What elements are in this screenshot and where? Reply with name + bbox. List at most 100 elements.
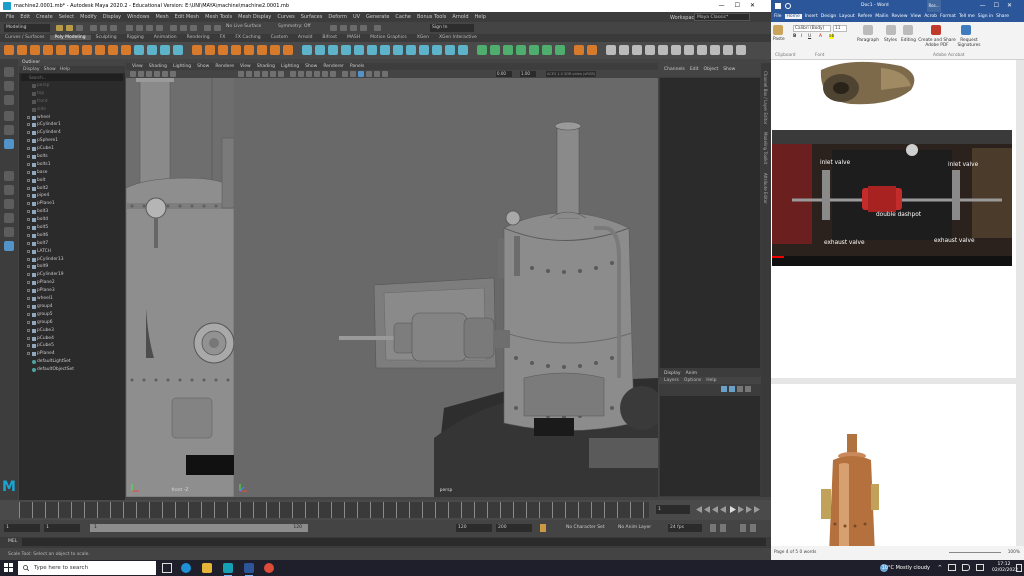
layers-menu-help[interactable]: Help [706,378,716,383]
menu-mesh-tools[interactable]: Mesh Tools [205,14,232,20]
outliner-item[interactable]: pPlane1 [19,200,125,208]
expand-icon[interactable] [27,233,30,237]
word-tab-home[interactable]: Home [784,14,802,19]
new-scene-icon[interactable] [56,25,63,31]
playback-end-field[interactable]: 120 [456,524,492,532]
channel-menu-object[interactable]: Object [704,67,719,72]
word-tab-tell-me[interactable]: Tell me [959,14,975,19]
task-view-icon[interactable] [162,563,172,573]
relax-icon[interactable] [587,45,597,55]
boolean-difference-icon[interactable] [244,45,254,55]
outliner-item[interactable]: persp [19,82,125,90]
undo-icon[interactable] [785,3,791,9]
outliner-item[interactable]: bolt7 [19,240,125,248]
go-to-start-icon[interactable] [696,506,702,513]
layers-menu-layers[interactable]: Layers [664,378,679,383]
auto-key-icon[interactable] [720,524,726,532]
spherical-uv-icon[interactable] [529,45,539,55]
lights-icon[interactable] [322,71,328,77]
open-scene-icon[interactable] [66,25,73,31]
ipr-render-icon[interactable] [180,25,187,31]
outliner-item[interactable]: pPlane4 [19,350,125,358]
channel-menu-channels[interactable]: Channels [664,67,685,72]
save-scene-icon[interactable] [76,25,83,31]
channel-menu-edit[interactable]: Edit [690,67,699,72]
construction-history-icon[interactable] [214,25,221,31]
menu-help[interactable]: Help [475,14,486,20]
window-controls[interactable]: —☐✕ [719,0,765,12]
offset-edge-loop-icon[interactable] [419,45,429,55]
play-forwards-icon[interactable] [730,506,736,513]
grid-icon[interactable] [154,71,160,77]
maya-taskbar-icon[interactable] [223,563,233,576]
paragraph-icon[interactable] [863,25,873,35]
expand-icon[interactable] [27,202,30,206]
file-explorer-icon[interactable] [202,563,212,573]
pyramid-icon[interactable] [108,45,118,55]
snap-grid-icon[interactable] [126,25,133,31]
step-forward-key-icon[interactable] [746,506,752,513]
expand-icon[interactable] [27,218,30,222]
channel-menu-show[interactable]: Show [723,67,735,72]
paint-select-tool-icon[interactable] [4,95,14,105]
measure-icon[interactable] [710,45,720,55]
expand-icon[interactable] [27,123,30,127]
document-area[interactable]: inlet valve inlet valve double dashpot e… [771,60,1024,546]
outliner-item[interactable]: top [19,90,125,98]
taskbar-search-input[interactable]: Type here to search [18,561,156,575]
persp-menu-renderer[interactable]: Renderer [323,64,344,69]
extract-icon[interactable] [283,45,293,55]
preferences-icon[interactable] [740,524,746,532]
editing-icon[interactable] [903,25,913,35]
crease-icon[interactable] [432,45,442,55]
image-plane-icon[interactable] [146,71,152,77]
xray-joints-icon[interactable] [350,71,356,77]
bridge-icon[interactable] [302,45,312,55]
boolean-intersection-icon[interactable] [257,45,267,55]
word-tab-sign-in[interactable]: Sign in [978,14,993,19]
edge-flow-icon[interactable] [619,45,629,55]
layer-list[interactable] [660,396,760,496]
outliner-item[interactable]: defaultLightSet [19,358,125,366]
select-component-icon[interactable] [110,25,117,31]
current-frame-field[interactable]: 1 [656,505,690,514]
live-surface-label[interactable]: No Live Surface [226,24,261,29]
menu-bonus-tools[interactable]: Bonus Tools [417,14,446,20]
outliner-search-input[interactable]: Search... [21,74,123,81]
expand-icon[interactable] [27,131,30,135]
word-tab-view[interactable]: View [911,14,922,19]
outliner-item[interactable]: pPlane2 [19,279,125,287]
persp-menu-show[interactable]: Show [305,64,317,69]
page-word-count[interactable]: Page 4 of 5 0 words [774,550,816,555]
disc-icon[interactable] [82,45,92,55]
fps-dropdown[interactable]: 24 fps [668,524,702,532]
start-button[interactable] [4,563,14,573]
wedge-icon[interactable] [477,45,487,55]
word-tab-share[interactable]: Share [996,14,1009,19]
side-tab-channel-box-layer-editor[interactable]: Channel Box / Layer Editor [763,71,768,124]
bevel-icon[interactable] [328,45,338,55]
reduce-icon[interactable] [632,45,642,55]
menu-set-dropdown[interactable]: Modeling [4,24,50,32]
underline-button[interactable]: U [808,34,811,39]
pipe-icon[interactable] [134,45,144,55]
resolution-gate-icon[interactable] [278,71,284,77]
smooth-icon[interactable] [218,45,228,55]
expand-icon[interactable] [27,170,30,174]
document-page[interactable] [771,384,1024,546]
wireframe-on-shaded-icon[interactable] [306,71,312,77]
outliner-item[interactable]: pCylinder19 [19,271,125,279]
anti-aliasing-icon[interactable] [374,71,380,77]
image-plane-icon[interactable] [254,71,260,77]
shelf-tab-poly-modeling[interactable]: Poly Modeling [49,35,91,40]
cylindrical-uv-icon[interactable] [516,45,526,55]
step-back-key-icon[interactable] [704,506,710,513]
shelf-tab-bifrost[interactable]: Bifrost [317,35,342,40]
menu-file[interactable]: File [6,14,14,20]
menu-cache[interactable]: Cache [395,14,411,20]
editing-button[interactable]: Editing [901,38,916,43]
show-hide-icon[interactable] [374,25,381,31]
shelf-tab-motion-graphics[interactable]: Motion Graphics [365,35,412,40]
expand-icon[interactable] [27,249,30,253]
playback-start-field[interactable]: 1 [44,524,80,532]
